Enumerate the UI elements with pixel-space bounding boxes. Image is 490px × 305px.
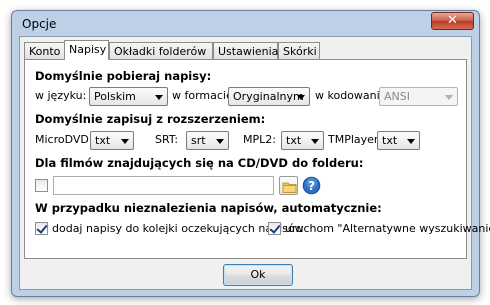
srt-label: SRT:: [155, 133, 179, 146]
title-bar[interactable]: Opcje ✕: [12, 11, 479, 36]
chevron-down-icon: [311, 139, 319, 144]
subtitles-panel: Domyślnie pobieraj napisy: w języku: Pol…: [24, 59, 490, 259]
tab-konto[interactable]: Konto: [24, 42, 65, 59]
cd-dvd-folder-input[interactable]: [53, 176, 274, 195]
format-select[interactable]: Oryginalnym: [228, 87, 310, 106]
download-heading: Domyślnie pobieraj napisy:: [35, 69, 212, 83]
tmplayer-select[interactable]: txt: [377, 131, 420, 150]
format-label: w formacie:: [172, 89, 237, 102]
mpl2-label: MPL2:: [243, 133, 276, 146]
tab-skorki[interactable]: Skórki: [278, 42, 320, 59]
window-title: Opcje: [22, 17, 57, 31]
chevron-down-icon: [297, 95, 305, 100]
not-found-heading: W przypadku nieznalezienia napisów, auto…: [35, 201, 382, 215]
alt-search-label: uruchom "Alternatywne wyszukiwanie": [285, 222, 490, 235]
close-button[interactable]: ✕: [431, 12, 474, 30]
browse-folder-button[interactable]: [279, 176, 298, 195]
format-value: Oryginalnym: [233, 90, 304, 103]
dialog-content: Konto Napisy Okładki folderów Ustawienia…: [19, 36, 490, 290]
language-label: w języku:: [35, 89, 87, 102]
mpl2-value: txt: [286, 134, 302, 147]
srt-value: srt: [191, 134, 206, 147]
tab-ustawienia[interactable]: Ustawienia: [213, 42, 278, 59]
chevron-down-icon: [155, 95, 163, 100]
tmplayer-label: TMPlayer:: [328, 133, 382, 146]
tab-okladki-folderow[interactable]: Okładki folderów: [109, 42, 213, 59]
queue-checkbox[interactable]: [35, 222, 48, 235]
microdvd-label: MicroDVD:: [35, 133, 93, 146]
tab-napisy[interactable]: Napisy: [64, 40, 109, 60]
mpl2-select[interactable]: txt: [281, 131, 324, 150]
options-dialog: Opcje ✕ Konto Napisy Okładki folderów Us…: [11, 10, 490, 297]
microdvd-select[interactable]: txt: [90, 131, 134, 150]
encoding-value: ANSI: [384, 90, 410, 103]
microdvd-value: txt: [95, 134, 111, 147]
language-value: Polskim: [94, 90, 136, 103]
svg-text:?: ?: [308, 179, 315, 193]
alt-search-checkbox[interactable]: [268, 222, 281, 235]
cd-dvd-heading: Dla filmów znajdujących się na CD/DVD do…: [35, 156, 364, 170]
chevron-down-icon: [445, 95, 453, 100]
chevron-down-icon: [121, 139, 129, 144]
chevron-down-icon: [216, 139, 224, 144]
ok-button[interactable]: Ok: [223, 264, 293, 286]
tmplayer-value: txt: [382, 134, 398, 147]
save-heading: Domyślnie zapisuj z rozszerzeniem:: [35, 112, 266, 126]
help-button[interactable]: ?: [302, 176, 321, 195]
folder-icon: [282, 182, 297, 193]
encoding-select[interactable]: ANSI: [379, 87, 458, 106]
chevron-down-icon: [407, 139, 415, 144]
help-icon: ?: [302, 176, 321, 195]
cd-dvd-checkbox[interactable]: [35, 179, 48, 192]
language-select[interactable]: Polskim: [89, 87, 168, 106]
queue-label: dodaj napisy do kolejki oczekujących nap…: [52, 222, 304, 235]
srt-select[interactable]: srt: [186, 131, 229, 150]
